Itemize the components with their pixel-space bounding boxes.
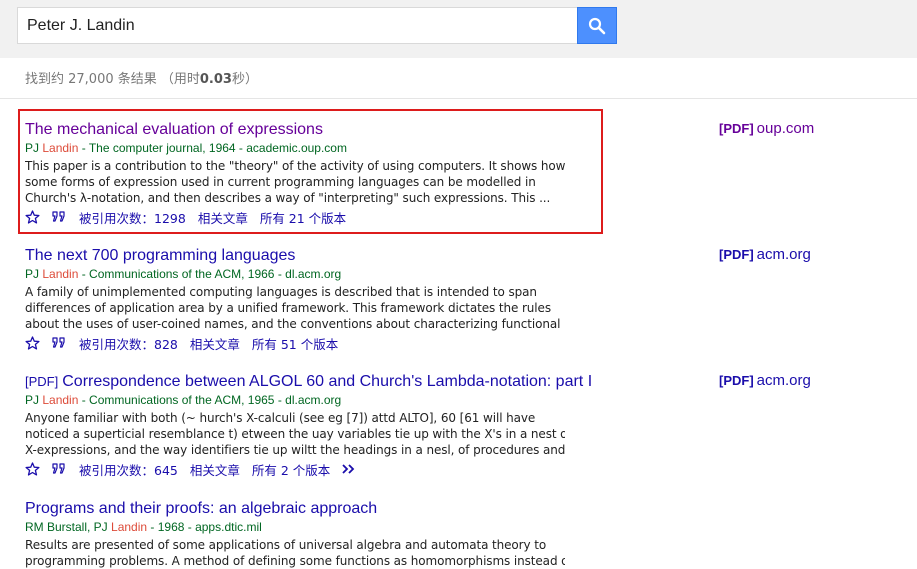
snippet-line: A family of unimplemented computing lang… xyxy=(25,285,537,299)
save-star-icon[interactable] xyxy=(25,210,40,224)
snippet-line: differences of application area by a uni… xyxy=(25,301,551,315)
result-snippet: Anyone familiar with both (~ hurch's X-c… xyxy=(25,410,565,458)
result-actions: 被引用次数：828 相关文章 所有 51 个版本 xyxy=(25,334,625,352)
search-result: The next 700 programming languages PJ La… xyxy=(25,246,625,352)
stats-suffix: 秒） xyxy=(231,72,258,87)
result-source: - Communications of the ACM, 1965 - dl.a… xyxy=(78,393,342,407)
pdf-domain: acm.org xyxy=(756,372,811,389)
pdf-tag: [PDF] xyxy=(719,247,754,262)
author-names: PJ xyxy=(25,267,43,281)
all-versions-link[interactable]: 所有 21 个版本 xyxy=(260,208,346,227)
result-authors: PJ Landin - Communications of the ACM, 1… xyxy=(25,267,625,282)
search-input[interactable] xyxy=(17,7,577,44)
stats-prefix: 找到约 27,000 条结果 （用时 xyxy=(25,72,200,87)
author-highlight[interactable]: Landin xyxy=(111,520,147,534)
result-snippet: Results are presented of some applicatio… xyxy=(25,537,565,569)
pdf-domain: acm.org xyxy=(756,246,811,263)
related-articles-link[interactable]: 相关文章 xyxy=(198,208,248,227)
snippet-line: Results are presented of some applicatio… xyxy=(25,538,547,552)
pdf-tag: [PDF] xyxy=(719,121,754,136)
snippet-line: This paper is a contribution to the "the… xyxy=(25,159,565,173)
result-title-link[interactable]: [PDF] Correspondence between ALGOL 60 and… xyxy=(25,372,625,391)
author-highlight[interactable]: Landin xyxy=(42,267,78,281)
cited-by-link[interactable]: 被引用次数：828 xyxy=(79,334,178,353)
all-versions-link[interactable]: 所有 51 个版本 xyxy=(252,334,338,353)
result-title-link[interactable]: The next 700 programming languages xyxy=(25,246,625,265)
all-versions-link[interactable]: 所有 2 个版本 xyxy=(252,460,330,479)
pdf-tag: [PDF] xyxy=(719,373,754,388)
search-result: The mechanical evaluation of expressions… xyxy=(25,120,625,226)
save-star-icon[interactable] xyxy=(25,462,40,476)
result-source: - The computer journal, 1964 - academic.… xyxy=(78,141,347,155)
result-snippet: A family of unimplemented computing lang… xyxy=(25,284,565,332)
related-articles-link[interactable]: 相关文章 xyxy=(190,460,240,479)
snippet-line: Church's λ-notation, and then describes … xyxy=(25,191,551,205)
pdf-link[interactable]: [PDF] acm.org xyxy=(719,372,811,389)
search-header xyxy=(0,0,917,58)
author-names: PJ xyxy=(25,393,43,407)
result-snippet: This paper is a contribution to the "the… xyxy=(25,158,565,206)
stats-time: 0.03 xyxy=(199,72,232,87)
cite-quote-icon[interactable] xyxy=(52,337,67,349)
result-source: - 1968 - apps.dtic.mil xyxy=(147,520,262,534)
result-title-text: Correspondence between ALGOL 60 and Chur… xyxy=(62,373,593,390)
result-authors: RM Burstall, PJ Landin - 1968 - apps.dti… xyxy=(25,520,625,535)
snippet-line: about the uses of user-coined names, and… xyxy=(25,317,565,331)
result-actions: 被引用次数：1298 相关文章 所有 21 个版本 xyxy=(25,208,625,226)
result-authors: PJ Landin - The computer journal, 1964 -… xyxy=(25,141,625,156)
search-button[interactable] xyxy=(577,7,617,44)
pdf-link[interactable]: [PDF] acm.org xyxy=(719,246,811,263)
snippet-line: some forms of expression used in current… xyxy=(25,175,536,189)
cite-quote-icon[interactable] xyxy=(52,463,67,475)
author-highlight[interactable]: Landin xyxy=(42,393,78,407)
result-title-link[interactable]: The mechanical evaluation of expressions xyxy=(25,120,625,139)
author-highlight[interactable]: Landin xyxy=(42,141,78,155)
related-articles-link[interactable]: 相关文章 xyxy=(190,334,240,353)
snippet-line: X-expressions, and the way identifiers t… xyxy=(25,443,565,457)
result-authors: PJ Landin - Communications of the ACM, 1… xyxy=(25,393,625,408)
result-actions: 被引用次数：645 相关文章 所有 2 个版本 xyxy=(25,460,625,478)
cite-quote-icon[interactable] xyxy=(52,211,67,223)
cited-by-link[interactable]: 被引用次数：1298 xyxy=(79,208,186,227)
search-result: [PDF] Correspondence between ALGOL 60 and… xyxy=(25,372,625,478)
more-double-chevron-icon[interactable] xyxy=(342,464,358,474)
snippet-line: noticed a superticial resemblance t) etw… xyxy=(25,427,565,441)
pdf-domain: oup.com xyxy=(756,120,815,137)
result-source: - Communications of the ACM, 1966 - dl.a… xyxy=(78,267,342,281)
search-result: Programs and their proofs: an algebraic … xyxy=(25,499,625,569)
cited-by-link[interactable]: 被引用次数：645 xyxy=(79,460,178,479)
result-stats: 找到约 27,000 条结果 （用时0.03秒） xyxy=(25,68,258,87)
author-names: PJ xyxy=(25,141,43,155)
snippet-line: Anyone familiar with both (~ hurch's X-c… xyxy=(25,411,536,425)
search-icon xyxy=(588,17,606,34)
pdf-link[interactable]: [PDF] oup.com xyxy=(719,120,814,137)
header-divider xyxy=(0,98,917,99)
result-type-tag: [PDF] xyxy=(25,374,59,389)
result-title-link[interactable]: Programs and their proofs: an algebraic … xyxy=(25,499,625,518)
author-names: RM Burstall, PJ xyxy=(25,520,112,534)
save-star-icon[interactable] xyxy=(25,336,40,350)
